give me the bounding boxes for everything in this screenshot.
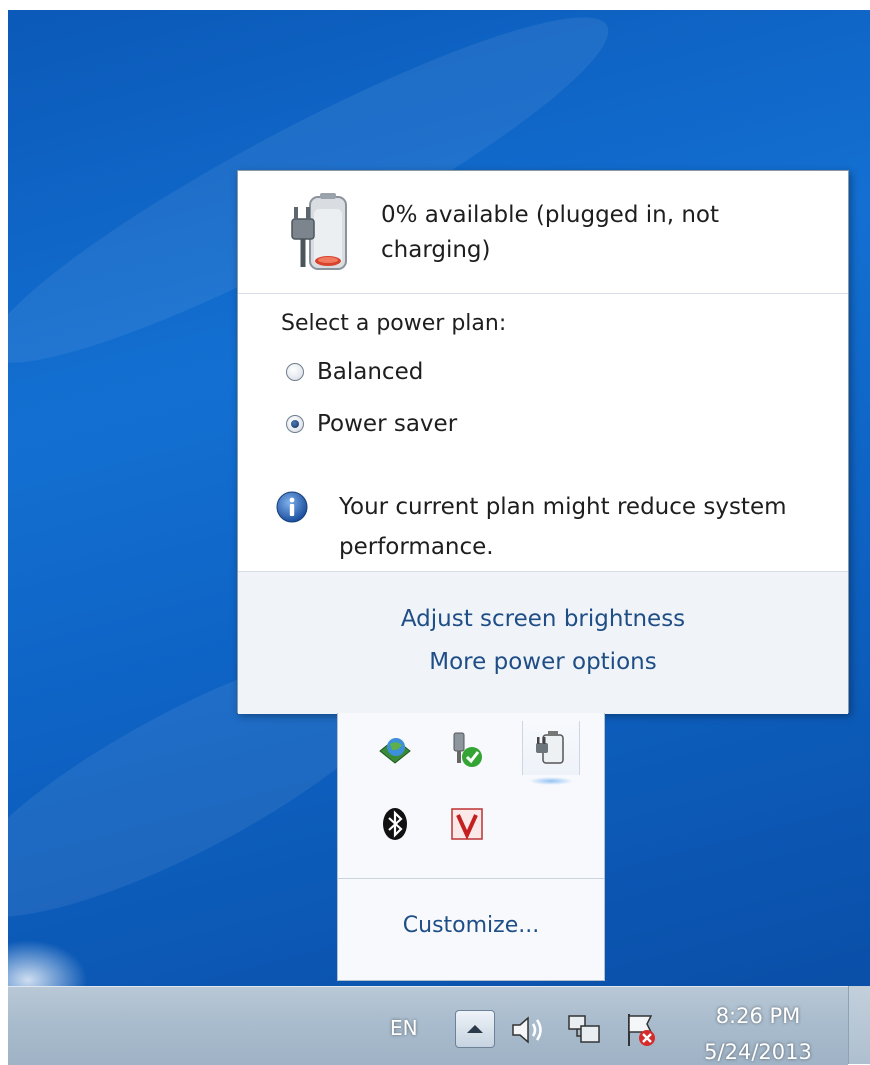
plan-power-saver-option[interactable]: Power saver [286,411,457,437]
speaker-icon[interactable] [507,1010,547,1050]
clock-time[interactable]: 8:26 PM [688,1004,828,1028]
network-icon[interactable] [565,1010,605,1050]
info-icon [276,491,308,523]
balanced-label: Balanced [317,359,424,385]
power-plug-icon[interactable] [531,729,569,767]
tray-separator [338,878,604,879]
safely-remove-hardware-icon[interactable] [448,731,486,769]
language-indicator[interactable]: EN [390,1016,418,1040]
plan-balanced-option[interactable]: Balanced [286,359,423,385]
power-plan-heading: Select a power plan: [281,311,507,336]
antivirus-v-icon[interactable] [448,805,486,843]
chevron-up-icon [467,1025,483,1033]
more-power-options-link[interactable]: More power options [238,649,848,675]
show-hidden-icons-button[interactable] [455,1010,495,1048]
action-center-flag-icon[interactable] [621,1010,661,1050]
adjust-brightness-link[interactable]: Adjust screen brightness [238,606,848,632]
notification-overflow-panel: Customize... [337,713,605,981]
power-saver-radio[interactable] [286,415,304,433]
show-desktop-button[interactable] [848,986,870,1064]
battery-plugged-icon [291,193,347,270]
balanced-radio[interactable] [286,363,304,381]
power-saver-label: Power saver [317,411,458,437]
info-message: Your current plan might reduce system pe… [339,494,787,560]
flyout-footer: Adjust screen brightness More power opti… [238,571,848,714]
network-globe-icon[interactable] [376,731,414,769]
battery-status-section: 0% available (plugged in, not charging) [238,171,848,294]
battery-flyout: 0% available (plugged in, not charging) … [237,170,849,714]
bluetooth-icon[interactable] [376,805,414,843]
clock-date[interactable]: 5/24/2013 [688,1040,828,1064]
customize-link[interactable]: Customize... [338,913,604,938]
battery-status-text: 0% available (plugged in, not charging) [381,202,719,263]
